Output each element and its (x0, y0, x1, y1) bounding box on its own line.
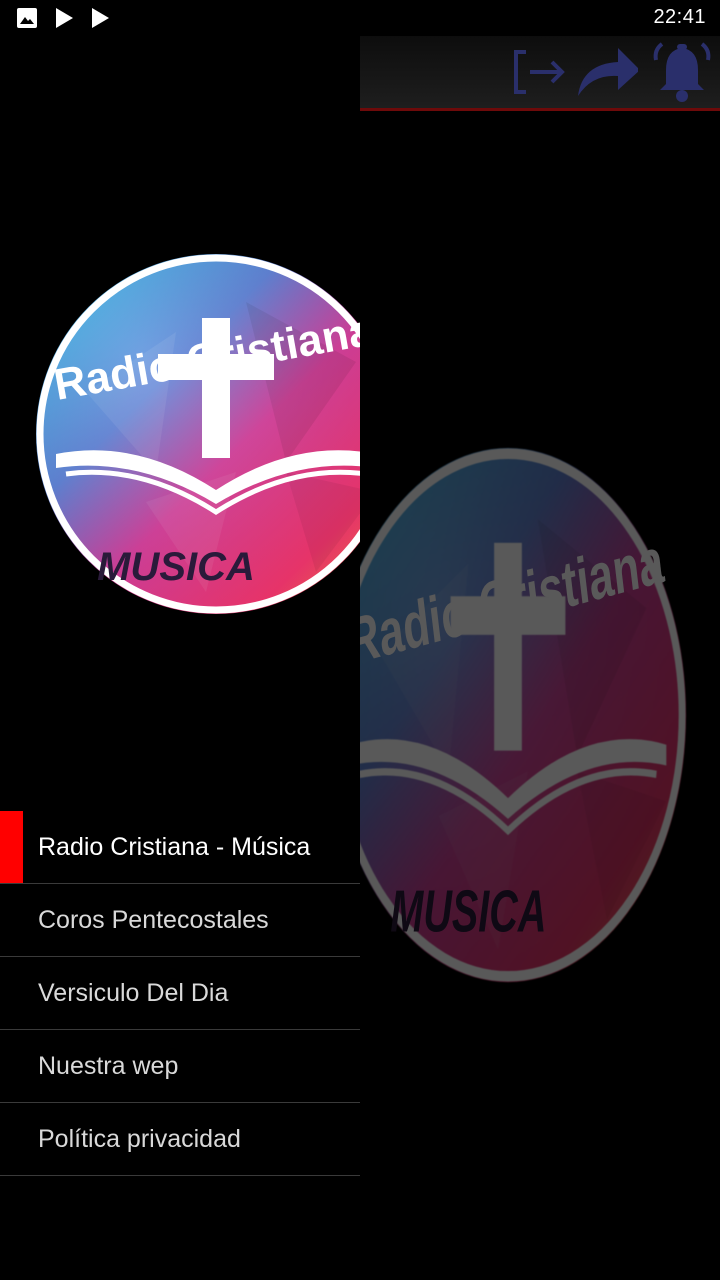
menu-item-label: Coros Pentecostales (38, 906, 269, 934)
play-icon (56, 8, 73, 28)
logo-subtitle: MUSICA (97, 545, 255, 589)
menu-item-label: Política privacidad (38, 1125, 241, 1153)
background-logo (320, 430, 696, 1000)
menu-item-radio-cristiana-musica[interactable]: Radio Cristiana - Música (0, 811, 360, 884)
notification-bell-icon[interactable] (650, 40, 714, 104)
exit-icon[interactable] (508, 40, 572, 104)
image-icon (17, 8, 37, 28)
menu-item-label: Versiculo Del Dia (38, 979, 229, 1007)
active-indicator (0, 811, 23, 883)
menu-item-politica-privacidad[interactable]: Política privacidad (0, 1103, 360, 1176)
share-icon[interactable] (574, 40, 638, 104)
status-bar: 22:41 (0, 0, 720, 36)
menu-item-nuestra-wep[interactable]: Nuestra wep (0, 1030, 360, 1103)
play-icon (92, 8, 109, 28)
radio-cristiana-logo: Radio Cristiana MUSICA (26, 242, 360, 626)
menu-item-label: Radio Cristiana - Música (38, 833, 311, 861)
menu-item-coros-pentecostales[interactable]: Coros Pentecostales (0, 884, 360, 957)
drawer-menu: Radio Cristiana - Música Coros Pentecost… (0, 811, 360, 1176)
menu-item-versiculo-del-dia[interactable]: Versiculo Del Dia (0, 957, 360, 1030)
menu-item-label: Nuestra wep (38, 1052, 179, 1080)
clock: 22:41 (653, 6, 706, 28)
navigation-drawer: Radio Cristiana MUSICA Radio Cristiana -… (0, 0, 360, 1280)
